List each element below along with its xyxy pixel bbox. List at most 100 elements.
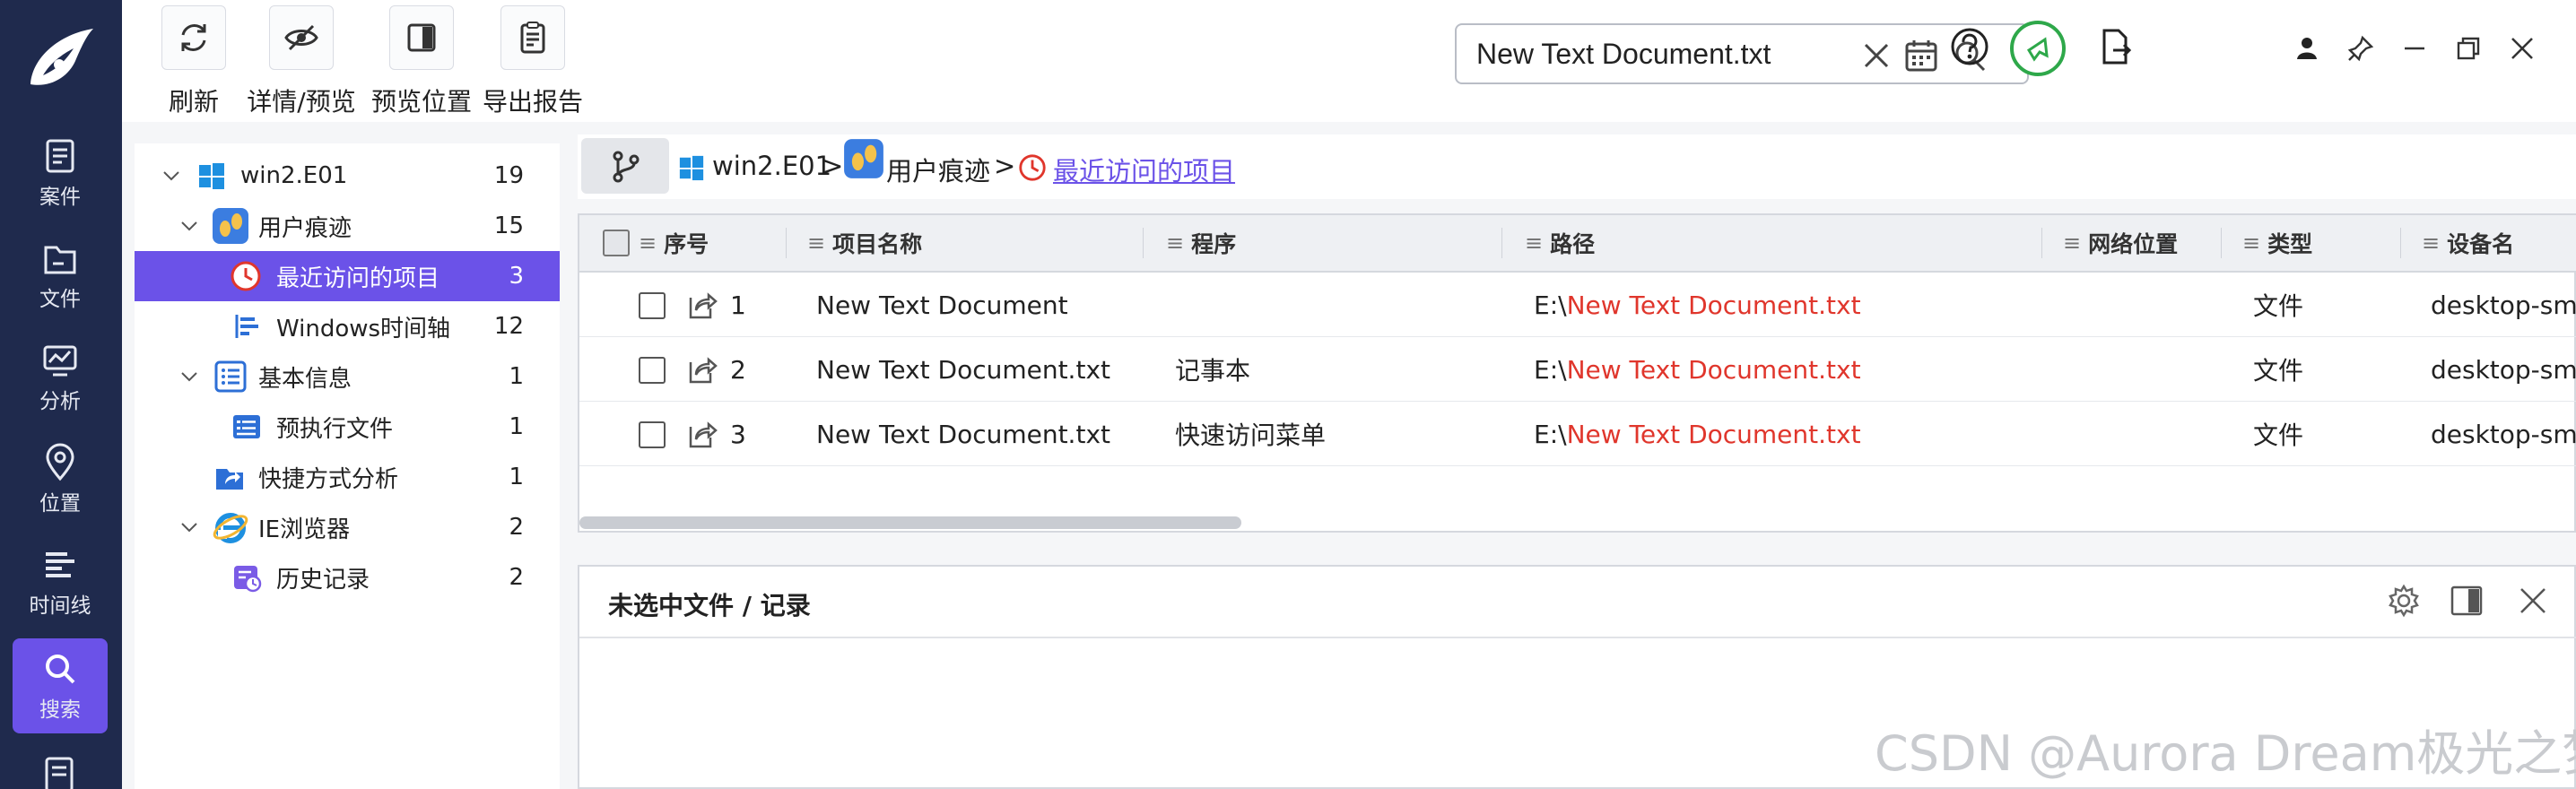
cell-path: E:\ New Text Document.txt bbox=[1534, 354, 1861, 385]
column-header-network-location[interactable]: ≡ 网络位置 bbox=[2063, 215, 2178, 271]
column-header-name[interactable]: ≡ 项目名称 bbox=[807, 215, 922, 271]
cell-index: 3 bbox=[730, 419, 746, 449]
tree-item-basic-info[interactable]: 基本信息 1 bbox=[135, 351, 560, 402]
column-header-index[interactable]: ≡ 序号 bbox=[639, 215, 709, 271]
cell-type: 文件 bbox=[2253, 291, 2304, 321]
nav-timeline[interactable]: 时间线 bbox=[13, 534, 108, 629]
nav-label: 案件 bbox=[39, 186, 81, 209]
clock-icon bbox=[231, 261, 261, 291]
pin-icon[interactable] bbox=[2346, 34, 2375, 63]
refresh-button[interactable]: 刷新 bbox=[158, 0, 230, 122]
tree-item-ie-browser[interactable]: IE浏览器 2 bbox=[135, 502, 560, 552]
divider bbox=[579, 637, 2576, 638]
nav-file[interactable]: 文件 bbox=[13, 228, 108, 323]
breadcrumb-item-user-traces[interactable]: 用户痕迹 bbox=[886, 151, 990, 188]
preview-position-button[interactable]: 预览位置 bbox=[368, 0, 475, 122]
settings-icon[interactable] bbox=[2386, 583, 2422, 619]
file-icon bbox=[44, 246, 76, 274]
user-icon[interactable] bbox=[2293, 34, 2321, 63]
open-external-icon[interactable] bbox=[683, 287, 719, 323]
left-nav: 案件 文件 分析 位置 时间线 搜索 bbox=[0, 0, 122, 789]
branch-button[interactable] bbox=[581, 138, 669, 194]
open-external-icon[interactable] bbox=[683, 416, 719, 452]
breadcrumb-separator: > bbox=[822, 151, 844, 181]
preview-position-label: 预览位置 bbox=[370, 87, 472, 117]
open-external-icon[interactable] bbox=[683, 351, 719, 387]
column-header-path[interactable]: ≡ 路径 bbox=[1525, 215, 1595, 271]
nav-label: 搜索 bbox=[39, 698, 81, 722]
watermark-text: CSDN @Aurora Dream极光之梦 bbox=[1875, 725, 2576, 782]
tree-item-label: 最近访问的项目 bbox=[276, 264, 440, 292]
nav-case[interactable]: 案件 bbox=[13, 126, 108, 221]
green-status-icon[interactable] bbox=[2009, 20, 2067, 77]
chevron-down-icon[interactable] bbox=[179, 517, 199, 537]
tree-item-label: Windows时间轴 bbox=[276, 315, 451, 342]
column-header-device[interactable]: ≡ 设备名 bbox=[2422, 215, 2514, 271]
column-header-program[interactable]: ≡ 程序 bbox=[1166, 215, 1236, 271]
tree-item-shortcut-analysis[interactable]: 快捷方式分析 1 bbox=[135, 452, 560, 502]
report-icon[interactable] bbox=[39, 753, 83, 789]
row-checkbox[interactable] bbox=[639, 292, 666, 319]
tree-item-label: 用户痕迹 bbox=[258, 214, 352, 242]
select-all-checkbox[interactable] bbox=[603, 230, 630, 256]
cell-name: New Text Document bbox=[816, 290, 1068, 320]
breadcrumb-item-recent-items[interactable]: 最近访问的项目 bbox=[1053, 151, 1235, 188]
nav-label: 时间线 bbox=[29, 594, 91, 618]
clock-icon bbox=[1019, 154, 1046, 181]
tree-item-prefetch[interactable]: 预执行文件 1 bbox=[135, 402, 560, 452]
tree-item-recent-items[interactable]: 最近访问的项目 3 bbox=[135, 251, 560, 301]
tree-item-win2[interactable]: win2.E01 19 bbox=[135, 151, 560, 201]
restore-icon[interactable] bbox=[2454, 34, 2483, 63]
breadcrumb-item-win2[interactable]: win2.E01 bbox=[712, 151, 831, 181]
cell-path: E:\ New Text Document.txt bbox=[1534, 290, 1861, 320]
horizontal-scrollbar[interactable] bbox=[579, 516, 1241, 529]
close-icon[interactable] bbox=[2508, 34, 2537, 63]
tree-item-windows-timeline[interactable]: Windows时间轴 12 bbox=[135, 301, 560, 351]
tree-item-count: 15 bbox=[493, 212, 524, 239]
minimize-icon[interactable] bbox=[2400, 34, 2429, 63]
export-report-label: 导出报告 bbox=[482, 87, 583, 117]
help-icon[interactable] bbox=[1948, 25, 1991, 68]
history-icon bbox=[234, 566, 262, 593]
ie-icon bbox=[213, 513, 248, 543]
timeline-icon bbox=[235, 315, 258, 338]
windows-icon bbox=[199, 163, 224, 189]
tree-item-label: 历史记录 bbox=[276, 566, 370, 594]
nav-location[interactable]: 位置 bbox=[13, 432, 108, 527]
panel-right-icon[interactable] bbox=[2449, 583, 2485, 619]
file-export-icon[interactable] bbox=[2093, 25, 2137, 68]
app-logo bbox=[23, 22, 99, 97]
tree-item-count: 2 bbox=[509, 564, 524, 591]
chevron-down-icon[interactable] bbox=[161, 166, 181, 186]
nav-search[interactable]: 搜索 bbox=[13, 638, 108, 733]
windows-icon bbox=[679, 155, 704, 181]
cell-index: 1 bbox=[730, 290, 746, 320]
row-checkbox[interactable] bbox=[639, 357, 666, 384]
tree-item-user-traces[interactable]: 用户痕迹 15 bbox=[135, 201, 560, 251]
table-row[interactable]: 2 New Text Document.txt 记事本 E:\ New Text … bbox=[579, 337, 2576, 402]
table-row[interactable]: 1 New Text Document E:\ New Text Document… bbox=[579, 273, 2576, 337]
table-row[interactable]: 3 New Text Document.txt 快速访问菜单 E:\ New Te… bbox=[579, 402, 2576, 466]
chevron-down-icon[interactable] bbox=[179, 367, 199, 386]
breadcrumb-separator: > bbox=[994, 151, 1016, 181]
close-icon[interactable] bbox=[2515, 583, 2551, 619]
table-header: ≡ 序号 ≡ 项目名称 ≡ 程序 ≡ 路径 ≡ 网络位置 ≡ 类型 ≡ 设备名 bbox=[579, 215, 2576, 273]
chevron-down-icon[interactable] bbox=[179, 216, 199, 236]
location-icon bbox=[46, 443, 74, 481]
column-header-type[interactable]: ≡ 类型 bbox=[2242, 215, 2312, 271]
toolbar: 刷新 详情/预览 预览位置 导出报告 bbox=[122, 0, 2576, 122]
details-preview-button[interactable]: 详情/预览 bbox=[247, 0, 356, 122]
search-input[interactable] bbox=[1476, 34, 1844, 74]
analysis-icon bbox=[43, 345, 77, 377]
clear-icon[interactable] bbox=[1858, 38, 1894, 74]
tree-item-label: 快捷方式分析 bbox=[258, 465, 399, 493]
cell-program: 记事本 bbox=[1175, 356, 1251, 386]
tree-item-history[interactable]: 历史记录 2 bbox=[135, 552, 560, 603]
calendar-icon[interactable] bbox=[1903, 38, 1939, 74]
search-icon bbox=[46, 655, 75, 684]
export-report-button[interactable]: 导出报告 bbox=[479, 0, 587, 122]
cell-name: New Text Document.txt bbox=[816, 354, 1110, 385]
details-preview-label: 详情/预览 bbox=[247, 87, 356, 117]
nav-analysis[interactable]: 分析 bbox=[13, 330, 108, 425]
row-checkbox[interactable] bbox=[639, 421, 666, 448]
